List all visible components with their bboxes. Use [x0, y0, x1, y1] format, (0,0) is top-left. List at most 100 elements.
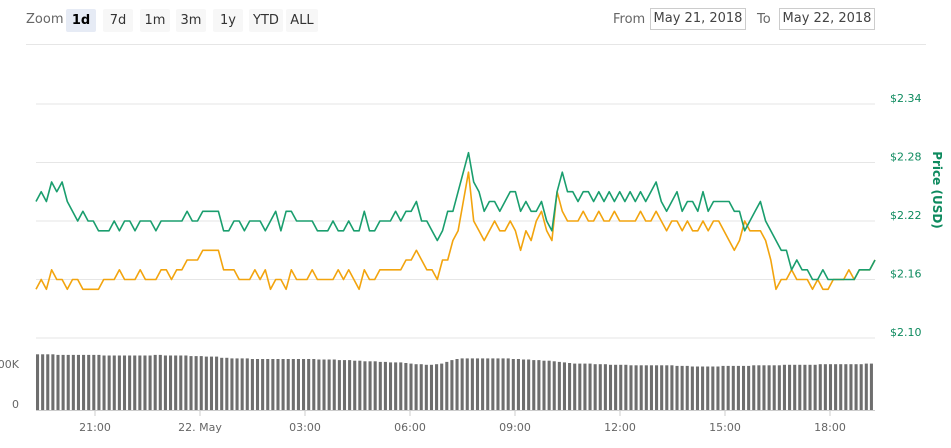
price-axis-title: Price (USD)	[930, 151, 944, 229]
volume-bar	[788, 364, 792, 410]
volume-bar	[639, 365, 643, 410]
volume-bar	[501, 358, 505, 410]
volume-bar	[394, 362, 398, 410]
volume-bar	[777, 365, 781, 410]
volume-bar	[373, 361, 377, 410]
volume-bar	[419, 364, 423, 410]
volume-bar	[281, 359, 285, 410]
volume-bar	[255, 359, 260, 410]
volume-bar	[36, 354, 40, 410]
volume-axis: 00K 0	[0, 358, 20, 411]
volume-bar	[122, 355, 127, 410]
volume-bar	[363, 361, 367, 410]
volume-bar	[307, 359, 311, 410]
volume-bar	[215, 356, 219, 410]
volume-bar	[726, 365, 730, 410]
volume-bar	[414, 364, 418, 410]
volume-bar	[711, 366, 715, 410]
volume-bar	[782, 364, 786, 410]
time-tick-label: 22. May	[178, 421, 222, 434]
volume-bar	[496, 358, 500, 410]
volume-bar	[721, 365, 725, 410]
volume-bar	[332, 359, 336, 410]
volume-bar	[470, 358, 474, 410]
time-axis: 21:00 22. May 03:00 06:00 09:00 12:00 15:00 18:…	[36, 410, 875, 434]
volume-bar	[823, 364, 827, 410]
volume-bar	[562, 362, 566, 410]
volume-bar	[481, 358, 485, 410]
volume-bar	[747, 365, 751, 410]
volume-bar	[286, 359, 290, 410]
volume-bar	[450, 360, 454, 410]
volume-bar	[475, 358, 480, 410]
volume-bar	[424, 364, 428, 410]
volume-bar	[225, 357, 229, 410]
volume-bar	[82, 354, 86, 410]
volume-bar	[624, 364, 628, 410]
volume-bar	[399, 362, 403, 410]
volume-bar	[184, 355, 188, 410]
volume-bar	[128, 355, 132, 410]
volume-bar	[608, 364, 613, 410]
volume-bar	[358, 360, 362, 410]
volume-bar	[665, 365, 669, 410]
volume-bar	[266, 359, 270, 410]
volume-bar	[772, 365, 776, 410]
volume-bar	[736, 365, 740, 410]
volume-bar	[849, 364, 853, 410]
time-tick-label: 06:00	[394, 421, 426, 434]
price-tick-label: $2.28	[890, 151, 922, 164]
volume-bar	[701, 366, 705, 410]
volume-bar	[593, 364, 597, 410]
volume-bar	[302, 359, 306, 410]
volume-bar	[194, 356, 198, 410]
volume-bar	[583, 363, 587, 410]
volume-bar	[312, 359, 316, 410]
volume-bar	[133, 355, 137, 410]
volume-bar	[741, 365, 746, 410]
volume-bar	[603, 364, 607, 410]
volume-bar	[619, 364, 623, 410]
volume-bar	[148, 355, 152, 410]
volume-bar	[839, 364, 843, 410]
volume-bar	[112, 355, 116, 410]
volume-bar	[731, 365, 735, 410]
volume-bar	[828, 364, 833, 410]
volume-bar	[634, 365, 638, 410]
volume-bar	[486, 358, 490, 410]
volume-tick-label: 0	[12, 398, 19, 411]
volume-bar	[527, 359, 531, 410]
volume-bar	[230, 358, 234, 410]
price-tick-label: $2.34	[890, 92, 922, 105]
secondary-price-line	[35, 171, 876, 291]
volume-bar	[537, 360, 541, 410]
volume-bar	[153, 354, 157, 410]
volume-bar	[547, 360, 551, 410]
volume-bar	[220, 357, 224, 410]
volume-bar	[327, 359, 331, 410]
volume-bar	[465, 358, 469, 410]
time-tick-label: 15:00	[709, 421, 741, 434]
time-tick-label: 09:00	[499, 421, 531, 434]
volume-bar	[353, 360, 357, 410]
volume-bar	[455, 359, 459, 410]
volume-bar	[204, 356, 208, 410]
volume-bar	[460, 358, 464, 410]
volume-bar	[41, 354, 45, 410]
volume-bar	[598, 364, 602, 410]
volume-bar	[834, 364, 838, 410]
volume-bar	[102, 355, 106, 410]
volume-bar	[752, 365, 756, 410]
volume-bar	[557, 361, 561, 410]
volume-bar	[56, 354, 60, 410]
price-axis: $2.10 $2.16 $2.22 $2.28 $2.34	[890, 92, 922, 339]
volume-bar	[803, 364, 807, 410]
volume-bar	[61, 354, 65, 410]
volume-bar	[107, 355, 111, 410]
volume-bar	[429, 364, 433, 410]
volume-bar	[614, 364, 618, 410]
volume-bar	[383, 361, 387, 410]
volume-bar	[51, 354, 55, 410]
volume-bar	[568, 363, 572, 410]
volume-bar	[409, 363, 413, 410]
